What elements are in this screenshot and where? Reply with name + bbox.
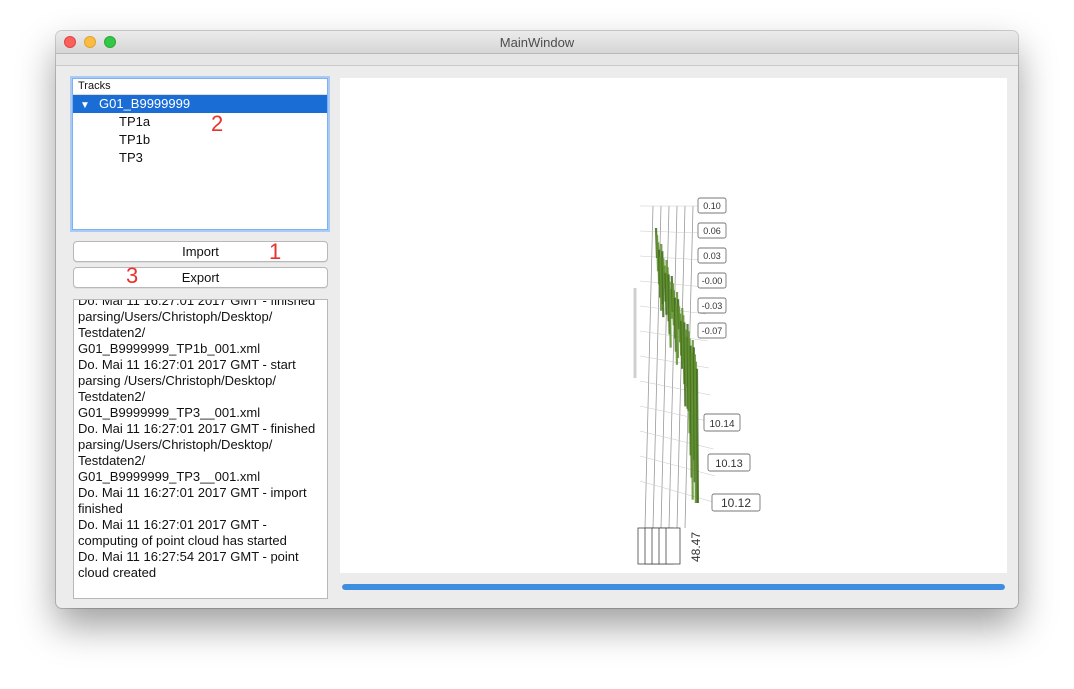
base-label: 48.47 bbox=[689, 532, 703, 562]
tick-label-box: -0.03 bbox=[697, 297, 727, 314]
tick-label-box: -0.07 bbox=[697, 322, 727, 339]
log-line: Testdaten2/ bbox=[78, 389, 146, 404]
log-line: Do. Mai 11 16:27:54 2017 GMT - point bbox=[78, 549, 299, 564]
tick-label: 0.03 bbox=[703, 251, 721, 261]
toolbar bbox=[56, 54, 1018, 66]
tracks-tree[interactable]: Tracks ▼ G01_B9999999 TP1a TP1b TP3 bbox=[72, 78, 328, 230]
log-line: Testdaten2/ bbox=[78, 453, 146, 468]
log-line: cloud created bbox=[78, 565, 157, 580]
log-line: Testdaten2/ bbox=[78, 325, 146, 340]
disclosure-triangle-icon[interactable]: ▼ bbox=[80, 97, 90, 115]
log-line: G01_B9999999_TP3__001.xml bbox=[78, 405, 261, 420]
tick-label: 10.12 bbox=[721, 496, 751, 510]
log-line: Do. Mai 11 16:27:01 2017 GMT - bbox=[78, 517, 267, 532]
grid-line bbox=[644, 205, 654, 529]
annotation-tree: 2 bbox=[211, 111, 224, 136]
tree-item-child[interactable]: TP1a bbox=[73, 113, 327, 131]
tree-item-label: G01_B9999999 bbox=[99, 96, 191, 111]
tree-item-root[interactable]: ▼ G01_B9999999 bbox=[73, 95, 327, 113]
tick-label: -0.03 bbox=[702, 301, 723, 311]
window-title: MainWindow bbox=[499, 35, 575, 50]
progress-fill bbox=[342, 584, 1005, 590]
log-line: Do. Mai 11 16:27:01 2017 GMT - import bbox=[78, 485, 307, 500]
tick-label-box: 10.13 bbox=[707, 453, 751, 472]
annotation-import: 1 bbox=[269, 239, 282, 264]
tick-label-box: 0.03 bbox=[697, 247, 727, 264]
tree-item-label: TP1a bbox=[119, 114, 151, 129]
grid-line bbox=[639, 405, 713, 423]
tick-label: 0.06 bbox=[703, 226, 721, 236]
tree-item-child[interactable]: TP3 bbox=[73, 149, 327, 167]
tick-label-box: 10.14 bbox=[703, 413, 741, 432]
log-line: G01_B9999999_TP3__001.xml bbox=[78, 469, 261, 484]
tree-item-label: TP1b bbox=[119, 132, 151, 147]
grid-line bbox=[639, 430, 714, 450]
import-button[interactable]: Import bbox=[73, 241, 328, 262]
annotation-export: 3 bbox=[126, 263, 139, 288]
cloud-bar bbox=[695, 368, 700, 504]
tick-label-box: 0.06 bbox=[697, 222, 727, 239]
tick-label: 10.13 bbox=[715, 458, 743, 470]
log-line: finished bbox=[78, 501, 123, 516]
log-line: computing of point cloud has started bbox=[78, 533, 287, 548]
tree-item-child[interactable]: TP1b bbox=[73, 131, 327, 149]
tick-label: 0.10 bbox=[703, 201, 721, 211]
tick-label: -0.07 bbox=[702, 326, 723, 336]
log-line: Do. Mai 11 16:27:01 2017 GMT - finished bbox=[78, 421, 316, 436]
log-line: parsing/Users/Christoph/Desktop/ bbox=[78, 437, 273, 452]
progress-bar bbox=[342, 584, 1005, 590]
log-line: parsing /Users/Christoph/Desktop/ bbox=[78, 373, 276, 388]
tick-label-box: 0.10 bbox=[697, 197, 727, 214]
log-lines: Do. Mai 11 16:27:01 2017 GMT - finished p… bbox=[78, 299, 323, 581]
log-line: parsing/Users/Christoph/Desktop/ bbox=[78, 309, 273, 324]
grid-line bbox=[639, 380, 711, 396]
grid-line bbox=[639, 255, 704, 261]
point-cloud-view[interactable]: 0.10 0.06 0.03 -0.00 -0.03 -0.07 10.14 10.13 10.… bbox=[340, 78, 1007, 573]
tick-label-box: 10.12 bbox=[711, 493, 761, 512]
tick-label: 10.14 bbox=[709, 419, 734, 430]
tick-label: -0.00 bbox=[702, 276, 723, 286]
log-line: Do. Mai 11 16:27:01 2017 GMT - finished bbox=[78, 299, 316, 308]
tree-header: Tracks bbox=[73, 79, 327, 95]
export-button[interactable]: Export bbox=[73, 267, 328, 288]
log-line: G01_B9999999_TP1b_001.xml bbox=[78, 341, 261, 356]
log-line: Do. Mai 11 16:27:01 2017 GMT - start bbox=[78, 357, 296, 372]
tree-item-label: TP3 bbox=[119, 150, 143, 165]
grid-line bbox=[639, 355, 710, 369]
base-label-box bbox=[665, 527, 681, 565]
log-output[interactable]: Do. Mai 11 16:27:01 2017 GMT - finished p… bbox=[73, 299, 328, 599]
tick-label-box: -0.00 bbox=[697, 272, 727, 289]
main-window: MainWindow Tracks ▼ G01_B9999999 TP1a TP1… bbox=[56, 31, 1018, 608]
grid-line bbox=[639, 455, 716, 477]
title-bar[interactable]: MainWindow bbox=[56, 31, 1018, 54]
point-cloud-plot: 0.10 0.06 0.03 -0.00 -0.03 -0.07 10.14 10.13 10.… bbox=[633, 197, 761, 565]
grid-line bbox=[668, 205, 678, 529]
